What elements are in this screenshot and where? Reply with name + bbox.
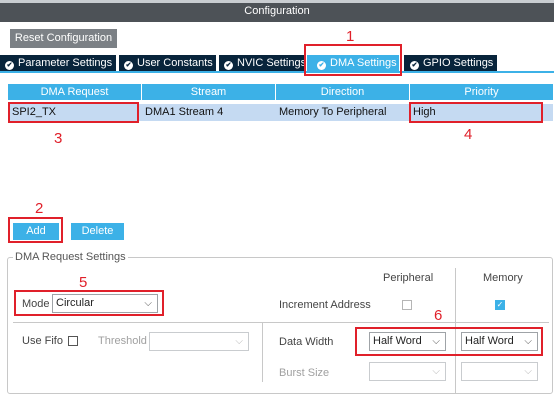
column-header-dma-request[interactable]: DMA Request [8, 84, 142, 100]
data-width-label: Data Width [279, 336, 334, 348]
burst-size-label: Burst Size [279, 367, 330, 379]
threshold-label: Threshold [98, 335, 147, 347]
burst-size-peripheral-select[interactable]: ⌵ [369, 362, 446, 381]
check-circle-icon: ✔ [5, 61, 14, 70]
delete-button[interactable]: Delete [71, 223, 124, 240]
tab-underline [0, 71, 554, 73]
increment-address-label: Increment Address [279, 299, 371, 311]
annotation-box-priority [409, 102, 543, 123]
annotation-box-add [8, 217, 63, 243]
increment-memory-checkbox[interactable]: ✓ [495, 300, 505, 310]
group-legend: DMA Request Settings [13, 251, 128, 263]
check-circle-icon: ✔ [410, 61, 419, 70]
use-fifo-checkbox[interactable] [68, 336, 78, 346]
cell-stream: DMA1 Stream 4 [145, 106, 224, 118]
annotation-number: 2 [35, 200, 44, 217]
annotation-number: 6 [434, 307, 443, 324]
threshold-select[interactable]: ⌵ [149, 332, 249, 351]
reset-configuration-button[interactable]: Reset Configuration [10, 29, 117, 48]
annotation-number: 5 [79, 274, 88, 291]
column-header-priority[interactable]: Priority [410, 84, 553, 100]
window-title-bar: Configuration [0, 0, 554, 22]
increment-peripheral-checkbox[interactable] [402, 300, 412, 310]
memory-header: Memory [483, 272, 523, 284]
peripheral-header: Peripheral [383, 272, 434, 284]
check-circle-icon: ✔ [124, 61, 133, 70]
chevron-down-icon: ⌵ [432, 366, 440, 377]
tab-parameter-settings[interactable]: ✔ Parameter Settings [0, 55, 116, 71]
annotation-box-mode [14, 290, 164, 316]
column-header-direction[interactable]: Direction [276, 84, 410, 100]
column-divider [262, 322, 263, 382]
annotation-number: 3 [54, 130, 63, 147]
tab-nvic-settings[interactable]: ✔ NVIC Settings [219, 55, 306, 71]
tab-gpio-settings[interactable]: ✔ GPIO Settings [404, 55, 497, 71]
divider [13, 322, 549, 323]
chevron-down-icon: ⌵ [524, 366, 532, 377]
burst-size-memory-select[interactable]: ⌵ [461, 362, 538, 381]
cell-direction: Memory To Peripheral [279, 106, 387, 118]
check-circle-icon: ✔ [224, 61, 233, 70]
annotation-number: 4 [464, 126, 473, 143]
use-fifo-label: Use Fifo [22, 335, 63, 347]
annotation-number: 1 [346, 28, 355, 45]
chevron-down-icon: ⌵ [235, 336, 243, 347]
annotation-box-request [8, 102, 139, 123]
annotation-box-data-width [355, 327, 543, 356]
tab-user-constants[interactable]: ✔ User Constants [119, 55, 216, 71]
window-title: Configuration [244, 5, 310, 17]
annotation-box-dma-tab [304, 44, 402, 76]
column-header-stream[interactable]: Stream [142, 84, 276, 100]
